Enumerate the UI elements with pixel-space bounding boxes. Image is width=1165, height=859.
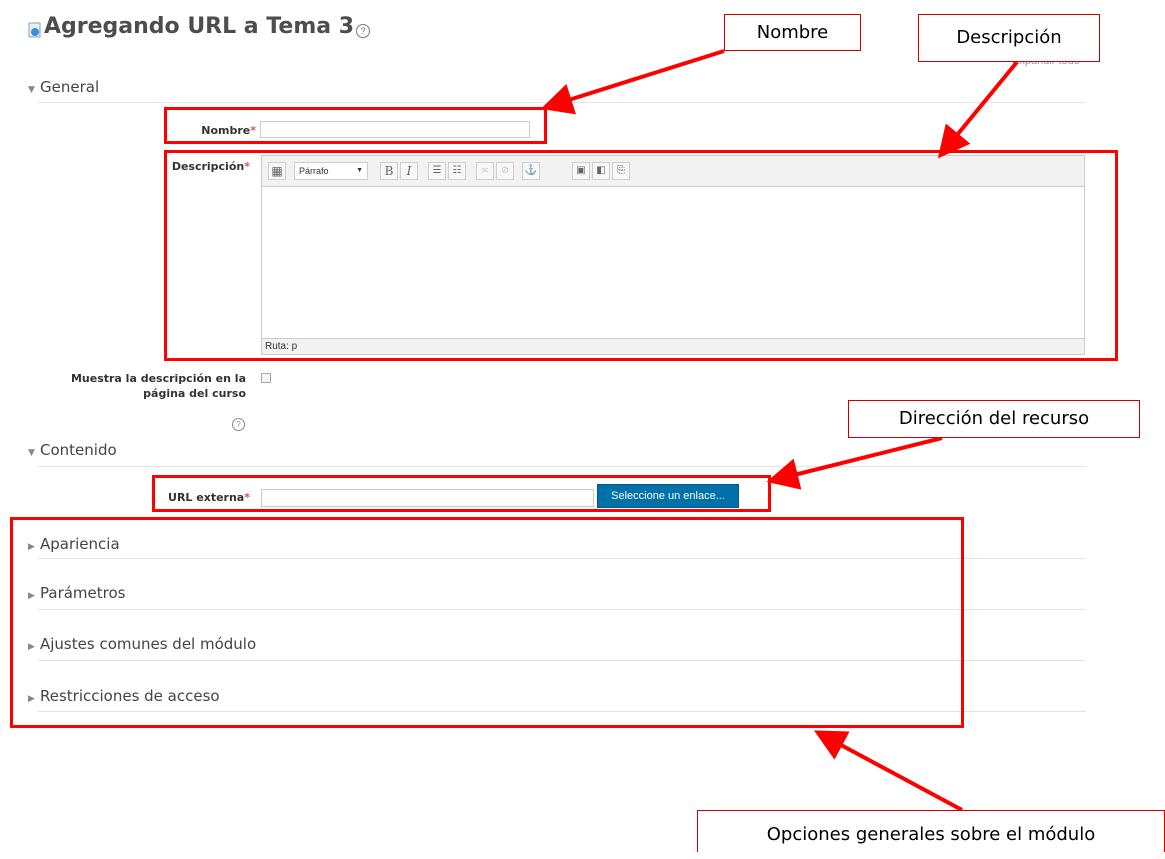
callout-direccion: Dirección del recurso <box>848 400 1140 438</box>
url-resource-icon <box>28 22 42 38</box>
arrow-nombre <box>540 49 725 115</box>
arrow-descripcion <box>937 60 1019 159</box>
arrow-opciones <box>813 730 963 812</box>
callout-opciones: Opciones generales sobre el módulo <box>697 810 1165 852</box>
show-description-label: Muestra la descripción en la página del … <box>70 372 246 400</box>
divider <box>38 102 1086 103</box>
arrow-direccion <box>766 436 943 490</box>
page-title: Agregando URL a Tema 3 <box>44 14 355 39</box>
section-general[interactable]: ▼ General <box>28 78 99 96</box>
annotation-box-descripcion <box>164 150 1118 361</box>
section-contenido[interactable]: ▼ Contenido <box>28 441 117 459</box>
help-icon[interactable]: ? <box>232 418 245 431</box>
callout-descripcion: Descripción <box>918 14 1100 62</box>
caret-down-icon: ▼ <box>28 448 35 458</box>
caret-down-icon: ▼ <box>28 85 35 95</box>
annotation-box-opciones <box>10 517 964 728</box>
help-icon[interactable]: ? <box>356 24 370 38</box>
annotation-box-url <box>152 475 771 512</box>
annotation-box-nombre <box>164 107 547 144</box>
divider <box>38 466 1086 467</box>
callout-nombre: Nombre <box>724 14 861 51</box>
show-description-checkbox[interactable] <box>261 373 271 383</box>
